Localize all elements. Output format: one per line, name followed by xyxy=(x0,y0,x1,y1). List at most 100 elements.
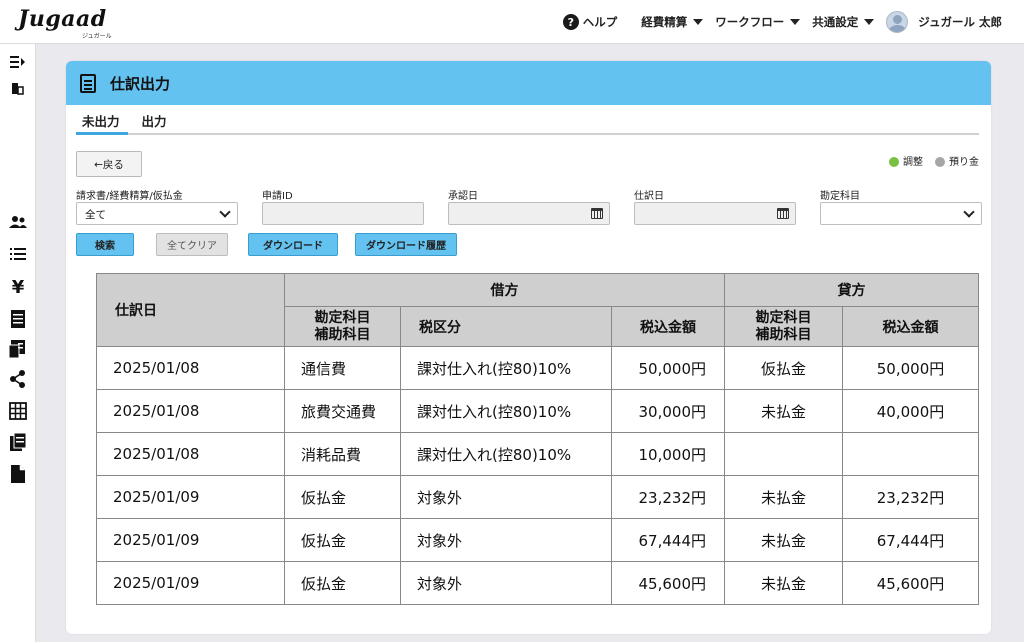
table-row[interactable]: 2025/01/09 仮払金 対象外 45,600円 未払金 45,600円 xyxy=(96,561,979,605)
cell-credit-amount: 45,600円 xyxy=(842,561,979,605)
back-button[interactable]: ←戻る xyxy=(76,151,142,177)
app-logo[interactable]: Jugaad xyxy=(18,6,107,32)
journal-doc-icon xyxy=(80,73,96,93)
journal-icon[interactable] xyxy=(8,339,28,359)
cell-date: 2025/01/09 xyxy=(96,518,285,562)
cell-credit-account: 未払金 xyxy=(724,518,843,562)
journal-date-input[interactable] xyxy=(634,202,796,225)
top-bar: Jugaad ジュガール ? ヘルプ 経費精算 ワークフロー 共通設定 ジュガー… xyxy=(0,0,1024,44)
type-select[interactable]: 全て xyxy=(76,202,238,225)
cell-date: 2025/01/09 xyxy=(96,475,285,519)
cell-credit-amount: 40,000円 xyxy=(842,389,979,433)
account-filter: 勘定科目 xyxy=(820,187,982,225)
building-icon[interactable] xyxy=(8,78,28,98)
expense-menu[interactable]: 経費精算 xyxy=(641,14,704,30)
cell-date: 2025/01/08 xyxy=(96,389,285,433)
ledger-icon[interactable] xyxy=(8,309,28,329)
legend-adjust: 調整 xyxy=(889,153,923,168)
journal-date-label: 仕訳日 xyxy=(634,191,664,202)
help-menu[interactable]: ? ヘルプ xyxy=(562,14,618,30)
account-label: 勘定科目 xyxy=(820,191,860,202)
help-icon: ? xyxy=(562,14,579,30)
journal-output-panel: 仕訳出力 未出力 出力 ←戻る 調整 預り金 請求書/経費精算/仮払金 全て 申… xyxy=(66,61,991,634)
table-row[interactable]: 2025/01/09 仮払金 対象外 67,444円 未払金 67,444円 xyxy=(96,518,979,562)
legend-deposit: 預り金 xyxy=(935,153,979,168)
type-filter: 請求書/経費精算/仮払金 全て xyxy=(76,187,238,225)
cell-date: 2025/01/08 xyxy=(96,432,285,476)
workflow-menu[interactable]: ワークフロー xyxy=(715,14,801,30)
tab-not-output[interactable]: 未出力 xyxy=(76,107,128,135)
user-menu[interactable]: ジュガール 太郎 xyxy=(886,11,1002,33)
cell-debit-amount: 45,600円 xyxy=(611,561,725,605)
header-journal-date: 仕訳日 xyxy=(96,273,285,347)
avatar xyxy=(886,11,909,33)
search-button[interactable]: 検索 xyxy=(76,233,134,256)
common-settings-label: 共通設定 xyxy=(812,15,859,29)
approval-date-label: 承認日 xyxy=(448,191,478,202)
download-history-button[interactable]: ダウンロード履歴 xyxy=(355,233,457,256)
cell-credit-amount: 67,444円 xyxy=(842,518,979,562)
app-id-filter: 申請ID xyxy=(262,187,424,225)
table-row[interactable]: 2025/01/09 仮払金 対象外 23,232円 未払金 23,232円 xyxy=(96,475,979,519)
file-icon[interactable] xyxy=(8,464,28,484)
journal-date-filter: 仕訳日 xyxy=(634,187,796,225)
app-id-label: 申請ID xyxy=(262,191,293,202)
cell-tax: 課対仕入れ(控80)10% xyxy=(400,389,612,433)
cell-credit-account: 未払金 xyxy=(724,389,843,433)
deposit-dot-icon xyxy=(935,157,945,167)
type-filter-label: 請求書/経費精算/仮払金 xyxy=(76,191,183,202)
share-icon[interactable] xyxy=(8,369,28,389)
account-select[interactable] xyxy=(820,202,982,225)
calendar-icon[interactable] xyxy=(591,208,603,219)
common-settings-menu[interactable]: 共通設定 xyxy=(812,14,875,30)
table-row[interactable]: 2025/01/08 旅費交通費 課対仕入れ(控80)10% 30,000円 未… xyxy=(96,389,979,433)
cell-credit-account: 未払金 xyxy=(724,561,843,605)
cell-tax: 対象外 xyxy=(400,561,612,605)
cell-tax: 課対仕入れ(控80)10% xyxy=(400,346,612,390)
header-credit-account: 勘定科目 補助科目 xyxy=(724,306,843,347)
caret-down-icon xyxy=(790,19,801,25)
tab-bar: 未出力 出力 xyxy=(76,107,979,135)
left-rail: ¥ xyxy=(0,44,36,642)
cell-credit-amount: 23,232円 xyxy=(842,475,979,519)
cell-debit-account: 仮払金 xyxy=(284,475,401,519)
header-debit-amount: 税込金額 xyxy=(611,306,725,347)
legend: 調整 預り金 xyxy=(889,153,979,168)
chevron-down-icon xyxy=(963,206,975,218)
cell-credit-account: 未払金 xyxy=(724,475,843,519)
cell-debit-amount: 50,000円 xyxy=(611,346,725,390)
header-debit: 借方 xyxy=(284,273,725,307)
clear-all-button[interactable]: 全てクリア xyxy=(156,233,228,256)
page-title: 仕訳出力 xyxy=(110,74,171,93)
yen-icon[interactable]: ¥ xyxy=(8,277,28,298)
collapse-menu-icon[interactable] xyxy=(8,52,28,72)
cell-tax: 対象外 xyxy=(400,518,612,562)
panel-header: 仕訳出力 xyxy=(66,61,991,105)
workflow-menu-label: ワークフロー xyxy=(715,15,785,29)
help-label: ヘルプ xyxy=(582,15,618,29)
cell-debit-account: 旅費交通費 xyxy=(284,389,401,433)
cell-credit-account: 仮払金 xyxy=(724,346,843,390)
list-icon[interactable] xyxy=(8,244,28,264)
app-id-input[interactable] xyxy=(262,202,424,225)
table-row[interactable]: 2025/01/08 消耗品費 課対仕入れ(控80)10% 10,000円 xyxy=(96,432,979,476)
calendar-icon[interactable] xyxy=(777,208,789,219)
tab-output[interactable]: 出力 xyxy=(136,107,175,135)
cell-debit-amount: 30,000円 xyxy=(611,389,725,433)
caret-down-icon xyxy=(864,19,875,25)
cell-date: 2025/01/08 xyxy=(96,346,285,390)
cell-credit-amount: 50,000円 xyxy=(842,346,979,390)
documents-icon[interactable] xyxy=(8,432,28,452)
cell-tax: 課対仕入れ(控80)10% xyxy=(400,432,612,476)
download-button[interactable]: ダウンロード xyxy=(248,233,338,256)
cell-credit-account xyxy=(724,432,843,476)
table-grid-icon[interactable] xyxy=(8,401,28,421)
cell-debit-account: 消耗品費 xyxy=(284,432,401,476)
expense-menu-label: 経費精算 xyxy=(641,15,688,29)
header-tax-category: 税区分 xyxy=(400,306,612,347)
approval-date-input[interactable] xyxy=(448,202,610,225)
table-row[interactable]: 2025/01/08 通信費 課対仕入れ(控80)10% 50,000円 仮払金… xyxy=(96,346,979,390)
users-icon[interactable] xyxy=(8,212,28,232)
approval-date-filter: 承認日 xyxy=(448,187,610,225)
cell-debit-amount: 67,444円 xyxy=(611,518,725,562)
